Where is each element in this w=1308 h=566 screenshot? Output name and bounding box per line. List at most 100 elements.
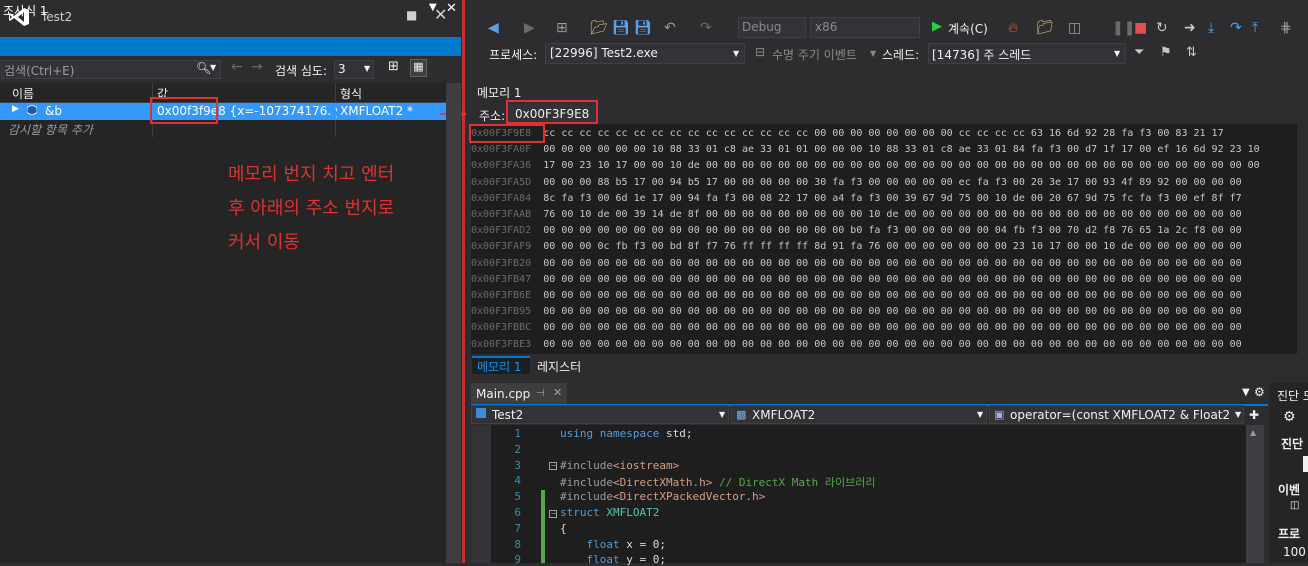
chevron-down-icon[interactable]: ▼: [733, 49, 739, 58]
search-placeholder: 검색(Ctrl+E): [4, 64, 75, 78]
memory-row[interactable]: 0x00F3F9E8 cc cc cc cc cc cc cc cc cc cc…: [471, 128, 1224, 144]
memory-row[interactable]: 0x00F3FBBC 00 00 00 00 00 00 00 00 00 00…: [471, 322, 1242, 338]
code-line[interactable]: #include<iostream>: [560, 459, 679, 472]
code-line[interactable]: #include<DirectXMath.h> // DirectX Math …: [560, 474, 876, 490]
variable-icon: [27, 105, 37, 115]
chevron-down-icon[interactable]: ▼: [1235, 410, 1241, 419]
memory-row[interactable]: 0x00F3FB6E 00 00 00 00 00 00 00 00 00 00…: [471, 290, 1242, 306]
memory-row[interactable]: 0x00F3FAD2 00 00 00 00 00 00 00 00 00 00…: [471, 225, 1242, 241]
screenshot-icon[interactable]: ◫: [1068, 20, 1081, 36]
pin-columns-icon[interactable]: ⊞: [388, 59, 405, 77]
code-token: using namespace: [560, 427, 666, 440]
watch-column-header: [0, 83, 446, 103]
save-icon[interactable]: 💾︎: [612, 20, 630, 36]
file-tab-label[interactable]: Main.cpp: [476, 387, 530, 401]
diagnostics-process[interactable]: 프로: [1278, 525, 1300, 542]
undo-icon[interactable]: ↶: [664, 20, 676, 36]
chevron-down-icon[interactable]: ▼: [429, 2, 437, 13]
close-icon[interactable]: ✕: [446, 1, 457, 16]
flag-thread-icon[interactable]: ⚑: [1160, 45, 1172, 60]
memory-row[interactable]: 0x00F3FB47 00 00 00 00 00 00 00 00 00 00…: [471, 274, 1242, 290]
step-over-icon[interactable]: ↷: [1230, 20, 1242, 36]
code-line[interactable]: float x = 0;: [560, 538, 666, 551]
chevron-down-icon[interactable]: ▼: [719, 410, 725, 419]
split-editor-icon[interactable]: ✚: [1249, 408, 1259, 422]
memory-scrollbar[interactable]: [1297, 124, 1308, 354]
chevron-down-icon[interactable]: ▼: [364, 64, 370, 73]
gear-icon[interactable]: ⚙: [1283, 409, 1296, 425]
hex-icon[interactable]: ⋕: [1280, 20, 1292, 36]
step-out-icon[interactable]: ⤒: [1252, 20, 1258, 36]
scroll-up-icon[interactable]: ▲: [1250, 428, 1256, 437]
code-line[interactable]: float y = 0;: [560, 553, 666, 566]
lifecycle-icon[interactable]: ⊟: [755, 45, 765, 59]
method-icon: ▣: [994, 408, 1005, 421]
watch-scrollbar[interactable]: [446, 83, 461, 563]
navigate-back-icon[interactable]: ◀: [488, 20, 499, 36]
memory-row[interactable]: 0x00F3FB95 00 00 00 00 00 00 00 00 00 00…: [471, 306, 1242, 322]
stack-frame-icon[interactable]: ⇅: [1186, 45, 1197, 60]
chevron-down-icon[interactable]: ▼: [1114, 49, 1120, 58]
memory-row[interactable]: 0x00F3FA36 17 00 23 10 17 00 00 10 de 00…: [471, 160, 1260, 176]
gear-icon[interactable]: ⚙: [1254, 385, 1265, 399]
editor-scrollbar[interactable]: [1246, 425, 1264, 563]
redo-icon[interactable]: ↷: [700, 20, 712, 36]
memory-row-address: 0x00F3FAAB: [471, 209, 532, 220]
close-icon[interactable]: ✕: [553, 386, 562, 399]
memory-row[interactable]: 0x00F3FAF9 00 00 00 0c fb f3 00 bd 8f f7…: [471, 241, 1242, 257]
search-icon[interactable]: 🔍︎: [196, 61, 211, 75]
show-next-statement-icon[interactable]: ➜: [1184, 20, 1196, 36]
tab-memory-1[interactable]: 메모리 1: [477, 358, 522, 375]
chevron-down-icon[interactable]: ▼: [977, 410, 983, 419]
chevron-down-icon[interactable]: ▼: [1242, 387, 1250, 398]
stop-icon[interactable]: ■: [1134, 20, 1147, 36]
continue-button[interactable]: 계속(C): [948, 20, 988, 37]
fold-toggle-icon[interactable]: −: [549, 462, 557, 470]
restart-icon[interactable]: ↻: [1156, 20, 1168, 36]
pane-splitter[interactable]: [462, 0, 465, 563]
restore-icon[interactable]: ■: [406, 8, 418, 22]
memory-row[interactable]: 0x00F3FAAB 76 00 10 de 00 39 14 de 8f 00…: [471, 209, 1242, 225]
memory-row[interactable]: 0x00F3FB20 00 00 00 00 00 00 00 00 00 00…: [471, 258, 1242, 274]
memory-row-bytes: 00 00 00 00 00 00 10 88 33 01 c8 ae 33 0…: [543, 144, 1260, 156]
indicator-margin[interactable]: [471, 425, 491, 563]
chevron-down-icon[interactable]: ▼: [210, 63, 216, 72]
save-all-icon[interactable]: 💾︎: [634, 20, 652, 36]
memory-row[interactable]: 0x00F3FBE3 00 00 00 00 00 00 00 00 00 00…: [471, 339, 1242, 354]
chevron-down-icon[interactable]: ▼: [870, 49, 876, 58]
hex-display-icon[interactable]: ▦: [410, 59, 427, 77]
step-into-icon[interactable]: ⤓: [1208, 20, 1214, 36]
diagnostics-events[interactable]: 이벤: [1278, 481, 1300, 498]
hot-reload-icon[interactable]: 🔥︎: [1008, 20, 1018, 36]
tab-registers[interactable]: 레지스터: [537, 358, 581, 375]
add-watch-item[interactable]: 감시할 항목 추가: [8, 121, 93, 138]
lifecycle-events-button[interactable]: 수명 주기 이벤트: [772, 46, 857, 63]
code-line[interactable]: struct XMFLOAT2: [560, 506, 659, 519]
fold-toggle-icon[interactable]: −: [549, 510, 557, 518]
expand-arrow-icon[interactable]: ▶: [12, 104, 19, 114]
platform-value: x86: [815, 20, 838, 34]
memory-row[interactable]: 0x00F3FA84 8c fa f3 00 6d 1e 17 00 94 fa…: [471, 193, 1242, 209]
forward-arrow-icon[interactable]: →: [251, 59, 263, 75]
code-line[interactable]: {: [560, 522, 567, 535]
navigate-forward-icon[interactable]: ▶: [524, 20, 535, 36]
column-name[interactable]: 이름: [12, 85, 34, 102]
memory-row-bytes: 00 00 00 0c fb f3 00 bd 8f f7 76 ff ff f…: [543, 241, 1242, 253]
pause-icon[interactable]: ❚❚: [1112, 20, 1135, 36]
watch-row-type: XMFLOAT2 *: [340, 104, 414, 118]
code-line[interactable]: using namespace std;: [560, 427, 692, 440]
memory-row[interactable]: 0x00F3FA5D 00 00 00 88 b5 17 00 94 b5 17…: [471, 177, 1242, 193]
filter-icon[interactable]: ⏷: [1134, 45, 1144, 60]
back-arrow-icon[interactable]: ←: [231, 59, 243, 75]
diagnostics-value: 100: [1283, 545, 1306, 559]
new-project-icon[interactable]: ⊞: [556, 20, 568, 36]
open-folder-icon[interactable]: 📂︎: [590, 20, 608, 36]
code-token: <DirectXPackedVector.h>: [612, 490, 766, 504]
folder-icon[interactable]: 📁︎: [1036, 20, 1054, 36]
code-line[interactable]: #include<DirectXPackedVector.h>: [560, 490, 765, 503]
play-icon[interactable]: ▶: [932, 19, 942, 34]
memory-row[interactable]: 0x00F3FA0F 00 00 00 00 00 00 10 88 33 01…: [471, 144, 1260, 160]
column-type[interactable]: 형식: [340, 85, 362, 102]
memory-view[interactable]: 0x00F3F9E8 cc cc cc cc cc cc cc cc cc cc…: [471, 124, 1308, 354]
pin-icon[interactable]: ⊣: [536, 388, 545, 399]
